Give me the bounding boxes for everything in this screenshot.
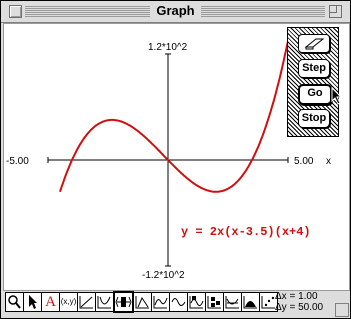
equation-label: y = 2x(x-3.5)(x+4) bbox=[181, 225, 311, 239]
slider-tool[interactable] bbox=[113, 291, 134, 313]
graph-window: Graph 1.2*10^2 -1.2*10^2 -5.00 5.00 x y … bbox=[0, 0, 351, 319]
eraser-button[interactable] bbox=[298, 34, 330, 53]
table-icon bbox=[207, 296, 221, 309]
parabola-icon bbox=[97, 296, 111, 309]
arrow-tool[interactable] bbox=[23, 292, 42, 312]
y-max-label: 1.2*10^2 bbox=[148, 42, 188, 53]
magnifier-tool[interactable] bbox=[5, 292, 24, 312]
tool-palette: A (x,y) bbox=[3, 291, 278, 313]
x-max-label: 5.00 bbox=[294, 156, 314, 167]
tangent-icon bbox=[135, 296, 149, 309]
sine-tool[interactable] bbox=[169, 292, 188, 312]
y-min-label: -1.2*10^2 bbox=[142, 270, 185, 281]
eraser-icon bbox=[304, 38, 325, 50]
sine-point-tool[interactable] bbox=[187, 292, 206, 312]
animation-control-panel: Step Go Stop bbox=[287, 27, 339, 137]
stop-button[interactable]: Stop bbox=[298, 109, 330, 128]
slider-icon bbox=[115, 296, 132, 308]
table-tool[interactable] bbox=[205, 292, 224, 312]
step-button[interactable]: Step bbox=[298, 59, 330, 78]
go-button[interactable]: Go bbox=[298, 84, 332, 105]
curve-icon bbox=[153, 296, 168, 309]
function-icon bbox=[225, 296, 239, 309]
resize-handle[interactable] bbox=[335, 303, 349, 317]
line-icon bbox=[79, 296, 93, 309]
line-tool[interactable] bbox=[77, 292, 96, 312]
dx-readout: Δx = 1.00 bbox=[275, 291, 318, 302]
window-title: Graph bbox=[1, 3, 350, 18]
sine-point-icon bbox=[189, 296, 204, 309]
function-tool[interactable] bbox=[223, 292, 242, 312]
x-min-label: -5.00 bbox=[6, 156, 29, 167]
magnifier-icon bbox=[8, 295, 21, 309]
curve-tool[interactable] bbox=[151, 292, 170, 312]
zoom-box[interactable] bbox=[329, 5, 342, 18]
text-tool[interactable]: A bbox=[41, 292, 60, 312]
xy-tool[interactable]: (x,y) bbox=[59, 292, 78, 312]
mouse-cursor-icon bbox=[331, 87, 343, 105]
x-axis-name: x bbox=[326, 156, 331, 167]
tangent-tool[interactable] bbox=[133, 292, 152, 312]
area-tool[interactable] bbox=[241, 292, 260, 312]
function-curve bbox=[59, 40, 289, 193]
arrow-icon bbox=[29, 295, 37, 309]
title-bar[interactable]: Graph bbox=[1, 1, 350, 23]
area-icon bbox=[243, 296, 257, 309]
parabola-tool[interactable] bbox=[95, 292, 114, 312]
sine-icon bbox=[171, 298, 186, 306]
